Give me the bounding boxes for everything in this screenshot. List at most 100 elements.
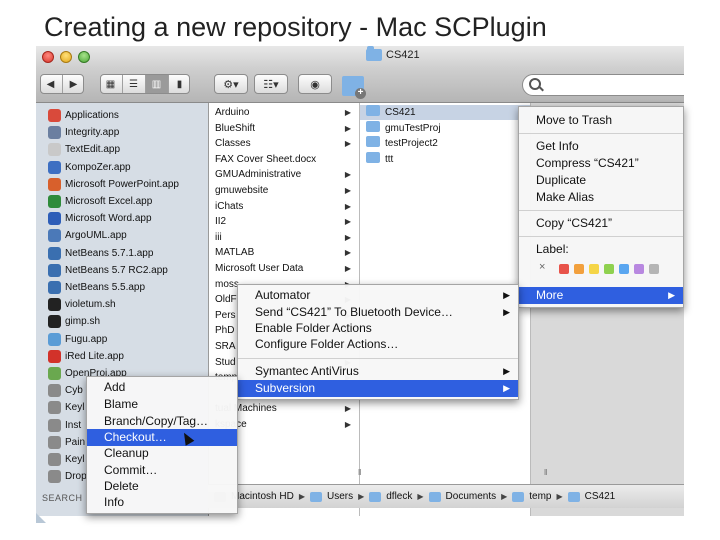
menu-item-get-info[interactable]: Get Info — [519, 138, 683, 155]
folder-icon — [512, 491, 525, 502]
sidebar-item-label: iRed Lite.app — [65, 350, 124, 362]
clear-label-icon[interactable]: × — [539, 261, 545, 273]
zoom-button[interactable] — [78, 51, 90, 63]
sidebar-item[interactable]: Cyb — [48, 382, 83, 399]
sidebar-item[interactable]: Microsoft Word.app — [48, 210, 152, 227]
path-separator-icon: ▶ — [556, 492, 563, 501]
menu-item-duplicate[interactable]: Duplicate — [519, 172, 683, 189]
sidebar-item[interactable]: Keyl — [48, 451, 84, 468]
sidebar-item[interactable]: Pain — [48, 434, 85, 451]
menu-item-svn-cleanup[interactable]: Cleanup — [87, 445, 237, 462]
sidebar-item[interactable]: TextEdit.app — [48, 141, 120, 158]
sidebar-item[interactable]: KompoZer.app — [48, 159, 131, 176]
menu-item-svn-checkout[interactable]: Checkout… — [87, 429, 237, 446]
label-color-swatch[interactable] — [589, 264, 599, 274]
view-switcher: ▦ ☰ ▥ ▮ — [100, 74, 190, 94]
label-color-swatch[interactable] — [559, 264, 569, 274]
path-item[interactable]: dfleck — [386, 491, 412, 502]
arrange-button[interactable]: ☷▾ — [254, 74, 288, 94]
icon-view-icon[interactable]: ▦ — [101, 75, 123, 93]
action-menu-button[interactable]: ⚙▾ — [214, 74, 248, 94]
column-row[interactable]: Classes ▶ — [209, 136, 359, 151]
menu-item-subversion[interactable]: Subversion ▶ — [238, 380, 518, 397]
column-row[interactable]: II2 ▶ — [209, 214, 359, 229]
menu-item-svn-info[interactable]: Info — [87, 494, 237, 511]
menu-item-automator[interactable]: Automator ▶ — [238, 287, 518, 304]
sidebar-item[interactable]: Keyl — [48, 399, 84, 416]
sidebar-item[interactable]: gimp.sh — [48, 313, 100, 330]
column-row[interactable]: Microsoft User Data ▶ — [209, 261, 359, 276]
sidebar-item[interactable]: Integrity.app — [48, 124, 119, 141]
column-row[interactable]: gmuTestProj — [360, 120, 530, 136]
new-folder-icon[interactable] — [342, 76, 366, 99]
column-row[interactable]: FAX Cover Sheet.docx — [209, 152, 359, 167]
column-row[interactable]: testProject2 — [360, 136, 530, 151]
menu-item-send-bluetooth[interactable]: Send “CS421” To Bluetooth Device… ▶ — [238, 304, 518, 321]
sidebar-item[interactable]: NetBeans 5.7 RC2.app — [48, 262, 168, 279]
sidebar-item[interactable]: ArgoUML.app — [48, 227, 127, 244]
coverflow-view-icon[interactable]: ▮ — [169, 75, 190, 93]
column-row[interactable]: GMUAdministrative ▶ — [209, 167, 359, 182]
sidebar-item[interactable]: Drop — [48, 468, 87, 485]
column-row[interactable]: CS421 — [360, 105, 530, 120]
column-resize-handle[interactable]: ‖ — [358, 468, 361, 482]
back-icon[interactable]: ◀ — [40, 75, 63, 93]
forward-icon[interactable]: ▶ — [63, 75, 85, 93]
quick-look-button[interactable]: ◉ — [298, 74, 332, 94]
menu-item-copy[interactable]: Copy “CS421” — [519, 215, 683, 232]
sidebar-item[interactable]: NetBeans 5.7.1.app — [48, 245, 153, 262]
path-item[interactable]: CS421 — [585, 491, 616, 502]
menu-item-label: Copy “CS421” — [536, 216, 613, 230]
label-color-swatch[interactable] — [619, 264, 629, 274]
column-row[interactable]: gmuwebsite ▶ — [209, 183, 359, 198]
sidebar-item[interactable]: Inst — [48, 417, 81, 434]
sidebar-item[interactable]: violetum.sh — [48, 296, 116, 313]
label-color-swatch[interactable] — [604, 264, 614, 274]
title-bar[interactable]: CS421 — [36, 46, 684, 68]
menu-item-enable-folder-actions[interactable]: Enable Folder Actions — [238, 320, 518, 337]
menu-item-configure-folder-actions[interactable]: Configure Folder Actions… — [238, 336, 518, 353]
column-row[interactable]: iChats ▶ — [209, 199, 359, 214]
app-icon — [48, 143, 61, 157]
menu-item-svn-delete[interactable]: Delete — [87, 478, 237, 495]
column-row[interactable]: MATLAB ▶ — [209, 245, 359, 260]
column-row[interactable]: BlueShift ▶ — [209, 121, 359, 136]
menu-item-label: Checkout… — [104, 430, 167, 444]
search-field[interactable] — [522, 74, 684, 96]
path-item[interactable]: temp — [529, 491, 551, 502]
close-button[interactable] — [42, 51, 54, 63]
sidebar-item[interactable]: Microsoft PowerPoint.app — [48, 176, 179, 193]
column-view-icon[interactable]: ▥ — [145, 75, 169, 93]
column-row[interactable]: Arduino ▶ — [209, 105, 359, 120]
menu-item-svn-branch[interactable]: Branch/Copy/Tag… — [87, 413, 237, 430]
minimize-button[interactable] — [60, 51, 72, 63]
sidebar-item[interactable]: Fugu.app — [48, 331, 107, 348]
list-view-icon[interactable]: ☰ — [123, 75, 146, 93]
column-resize-handle[interactable]: ‖ — [544, 468, 547, 482]
menu-item-move-to-trash[interactable]: Move to Trash — [519, 112, 683, 129]
menu-item-svn-blame[interactable]: Blame — [87, 396, 237, 413]
sidebar-item[interactable]: NetBeans 5.5.app — [48, 279, 145, 296]
column-row[interactable]: iii ▶ — [209, 230, 359, 245]
sidebar-item-label: Keyl — [65, 454, 85, 465]
menu-item-compress[interactable]: Compress “CS421” — [519, 155, 683, 172]
submenu-arrow-icon: ▶ — [503, 366, 510, 376]
sidebar-item[interactable]: Applications — [48, 107, 119, 124]
label-color-swatch[interactable] — [634, 264, 644, 274]
label-color-swatch[interactable] — [574, 264, 584, 274]
path-item[interactable]: Documents — [446, 491, 497, 502]
menu-item-svn-add[interactable]: Add — [87, 379, 237, 396]
menu-item-make-alias[interactable]: Make Alias — [519, 189, 683, 206]
menu-item-svn-commit[interactable]: Commit… — [87, 462, 237, 479]
label-color-swatch[interactable] — [649, 264, 659, 274]
menu-item-symantec[interactable]: Symantec AntiVirus ▶ — [238, 363, 518, 380]
sidebar-item[interactable]: Microsoft Excel.app — [48, 193, 152, 210]
sidebar-item[interactable]: iRed Lite.app — [48, 348, 124, 365]
column-row[interactable]: ttt — [360, 151, 530, 167]
app-icon — [48, 470, 61, 484]
menu-item-more[interactable]: More ▶ — [519, 287, 683, 304]
path-separator-icon: ▶ — [501, 492, 508, 501]
path-item[interactable]: Users — [327, 491, 353, 502]
row-label: ttt — [385, 153, 394, 165]
path-item[interactable]: Macintosh HD — [231, 491, 294, 502]
